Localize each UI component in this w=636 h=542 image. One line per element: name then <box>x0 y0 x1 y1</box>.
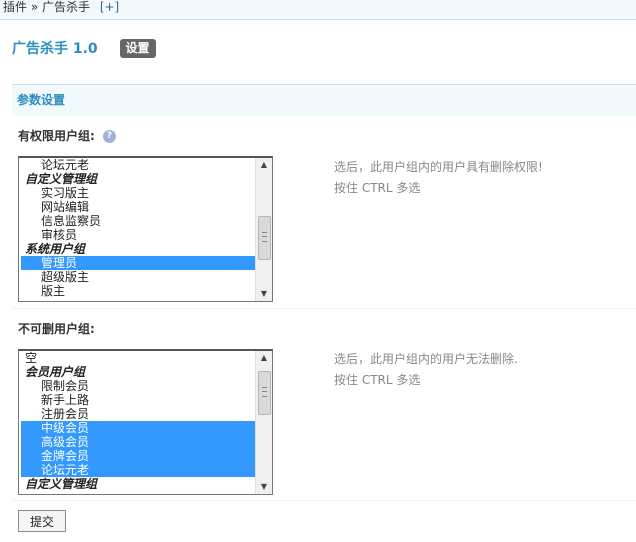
scroll-thumb[interactable] <box>258 216 271 260</box>
section-header: 参数设置 <box>12 84 636 116</box>
section-title: 参数设置 <box>17 93 66 107</box>
permitted-groups-hint: 选后，此用户组内的用户具有删除权限! 按住 CTRL 多选 <box>334 157 543 199</box>
option-group-label: 会员用户组 <box>25 365 86 379</box>
list-option[interactable]: 超级版主 <box>21 270 255 284</box>
list-option[interactable]: 实习版主 <box>21 186 255 200</box>
list-option[interactable]: 空 <box>21 351 255 365</box>
breadcrumb: 插件 » 广告杀手 [+] <box>3 0 119 14</box>
scroll-up-icon[interactable]: ▲ <box>256 158 272 172</box>
undeletable-groups-scrollbar[interactable]: ▲ ▼ <box>255 351 272 494</box>
tab-settings[interactable]: 设置 <box>119 38 156 58</box>
undeletable-groups-hint-line1: 选后，此用户组内的用户无法删除. <box>334 352 518 366</box>
list-option[interactable]: 新手上路 <box>21 393 255 407</box>
scroll-down-icon[interactable]: ▼ <box>256 287 272 301</box>
list-option[interactable]: 高级会员 <box>21 435 255 449</box>
undeletable-groups-hint-line2: 按住 CTRL 多选 <box>334 373 421 387</box>
plugin-title: 广告杀手 1.0 <box>12 41 98 57</box>
list-option[interactable]: 中级会员 <box>21 421 255 435</box>
option-group-label: 系统用户组 <box>25 242 86 256</box>
list-option[interactable]: 论坛元老 <box>21 463 255 477</box>
list-option[interactable]: 注册会员 <box>21 407 255 421</box>
list-option[interactable]: 论坛元老 <box>21 158 255 172</box>
add-shortcut-button[interactable]: [+] <box>100 0 119 14</box>
plugin-header: 广告杀手 1.0 设置 <box>12 38 156 60</box>
list-option[interactable]: 信息监察员 <box>21 214 255 228</box>
scroll-up-icon[interactable]: ▲ <box>256 351 272 365</box>
permitted-groups-scrollbar[interactable]: ▲ ▼ <box>255 158 272 301</box>
permitted-groups-options: 论坛元老 自定义管理组 实习版主 网站编辑 信息监察员 审核员 系统用户组 管理员 超级版主 版主 <box>19 158 255 298</box>
list-option[interactable]: 网站编辑 <box>21 200 255 214</box>
permitted-groups-hint-line2: 按住 CTRL 多选 <box>334 181 421 195</box>
list-option[interactable]: 审核员 <box>21 228 255 242</box>
list-option[interactable]: 管理员 <box>21 256 255 270</box>
breadcrumb-bar: 插件 » 广告杀手 [+] <box>0 0 636 20</box>
option-group-label: 自定义管理组 <box>25 477 98 491</box>
undeletable-groups-select[interactable]: 空会员用户组 限制会员 新手上路 注册会员 中级会员 高级会员 金牌会员 论坛元老 自定义管理组… <box>18 349 273 495</box>
undeletable-groups-label: 不可删用户组: <box>18 320 95 337</box>
list-option[interactable]: 限制会员 <box>21 379 255 393</box>
divider <box>12 308 636 309</box>
permitted-groups-label-text: 有权限用户组: <box>18 129 95 143</box>
scroll-down-icon[interactable]: ▼ <box>256 480 272 494</box>
permitted-groups-select[interactable]: 论坛元老 自定义管理组 实习版主 网站编辑 信息监察员 审核员 系统用户组 管理员 超级版主 版主… <box>18 156 273 302</box>
list-option[interactable]: 金牌会员 <box>21 449 255 463</box>
option-group-label: 自定义管理组 <box>25 172 98 186</box>
undeletable-groups-hint: 选后，此用户组内的用户无法删除. 按住 CTRL 多选 <box>334 349 518 391</box>
list-option[interactable]: 版主 <box>21 284 255 298</box>
permitted-groups-hint-line1: 选后，此用户组内的用户具有删除权限! <box>334 160 543 174</box>
scroll-thumb[interactable] <box>258 371 271 415</box>
help-icon[interactable]: ? <box>102 130 116 143</box>
undeletable-groups-options: 空会员用户组 限制会员 新手上路 注册会员 中级会员 高级会员 金牌会员 论坛元老 自定义管理组 <box>19 351 255 491</box>
permitted-groups-label: 有权限用户组:? <box>18 127 116 144</box>
breadcrumb-text: 插件 » 广告杀手 <box>3 0 90 14</box>
undeletable-groups-label-text: 不可删用户组: <box>18 322 95 336</box>
submit-button[interactable]: 提交 <box>18 510 66 532</box>
divider <box>12 500 636 501</box>
